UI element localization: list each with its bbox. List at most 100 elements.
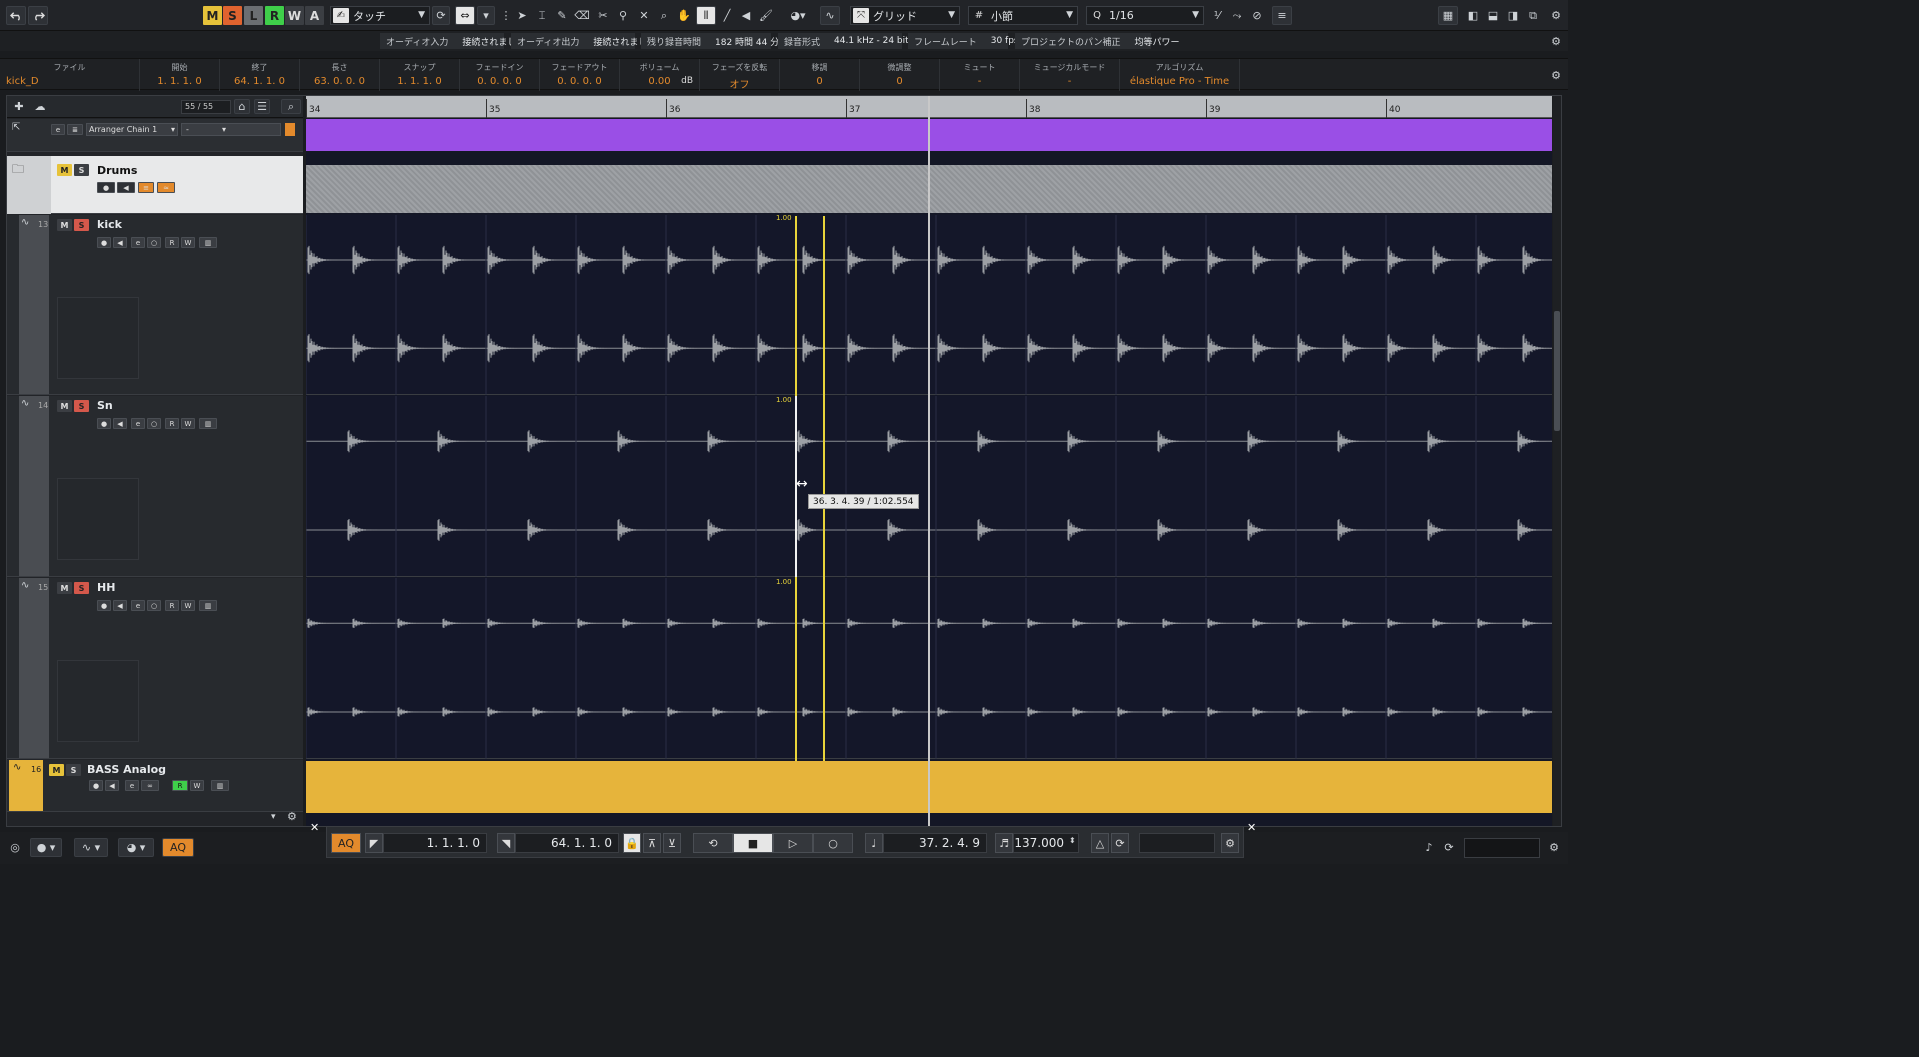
cycle-record-button[interactable]: ◕ ▾	[118, 838, 154, 857]
mute-button[interactable]: M	[49, 764, 64, 776]
time-format-button[interactable]: ♩	[865, 833, 883, 853]
lower-zone-toggle[interactable]: ⬓	[1484, 6, 1502, 25]
window-layout-button[interactable]: ▦	[1438, 6, 1458, 25]
rack-toggle[interactable]: ⧉	[1524, 6, 1542, 25]
left-locator-button[interactable]: ◤	[365, 833, 383, 853]
autoscroll-button[interactable]: ⇔	[455, 6, 475, 25]
bottom-settings-button[interactable]: ⚙	[1546, 838, 1562, 857]
folder-record-button[interactable]: ●	[97, 182, 115, 193]
info-field[interactable]: 長さ 63. 0. 0. 0	[300, 59, 380, 91]
right-zone-toggle[interactable]: ◨	[1504, 6, 1522, 25]
toolbar-settings-button[interactable]: ⚙	[1548, 6, 1564, 25]
snap-type-dropdown[interactable]: ⤧ グリッド ▼	[850, 6, 960, 25]
arranger-list-button[interactable]: ≣	[67, 124, 83, 135]
track-visibility-button[interactable]: ⌂	[234, 99, 250, 114]
arranger-section-select[interactable]: - ▾	[181, 123, 281, 136]
timebase-button[interactable]: e	[131, 600, 145, 611]
info-field[interactable]: フェードイン 0. 0. 0. 0	[460, 59, 540, 91]
write-button[interactable]: W	[181, 237, 195, 248]
info-field[interactable]: ミュート -	[940, 59, 1020, 91]
read-automation-button[interactable]: R	[265, 6, 284, 25]
tool-range-select[interactable]: ⌶	[533, 6, 551, 25]
monitor-button[interactable]: ◀	[113, 237, 127, 248]
track-list-menu-button[interactable]: ☰	[254, 99, 270, 114]
constrain-delay-button[interactable]: ⟳	[432, 6, 450, 25]
tool-mute[interactable]: ✕	[635, 6, 653, 25]
tool-drag-handle[interactable]: ⋮	[501, 6, 512, 25]
left-locator-field[interactable]: 1. 1. 1. 0	[383, 833, 487, 853]
record-enable-button[interactable]: ●	[97, 600, 111, 611]
lock-button[interactable]: ○	[147, 237, 161, 248]
read-button[interactable]: R	[165, 600, 179, 611]
link-button[interactable]: ∞	[141, 780, 159, 791]
info-field-value[interactable]: 0	[860, 76, 939, 87]
lock-locators-button[interactable]: 🔒	[623, 833, 641, 853]
add-track-button[interactable]: ✚	[11, 99, 27, 114]
solo-button[interactable]: S	[74, 582, 89, 594]
click-settings-button[interactable]: ⟳	[1111, 833, 1129, 853]
quantize-dropdown[interactable]: Q 1/16 ▼	[1086, 6, 1204, 25]
right-locator-field[interactable]: 64. 1. 1. 0	[515, 833, 619, 853]
info-field[interactable]: 開始 1. 1. 1. 0	[140, 59, 220, 91]
lanes-button[interactable]: ▥	[211, 780, 229, 791]
monitor-button[interactable]: ◀	[105, 780, 119, 791]
lock-button[interactable]: ○	[147, 600, 161, 611]
monitor-button[interactable]: ◀	[113, 600, 127, 611]
quantize-apply-button[interactable]: ⤳	[1228, 6, 1246, 25]
tool-object-select[interactable]: ➤	[513, 6, 531, 25]
arranger-mode-indicator[interactable]	[285, 123, 295, 136]
folder-edit-button[interactable]: ≈	[157, 182, 175, 193]
info-field-value[interactable]: 0	[780, 76, 859, 87]
track-name[interactable]: Sn	[97, 399, 113, 412]
listen-mode-button[interactable]: L	[244, 6, 263, 25]
monitor-button[interactable]: ◀	[113, 418, 127, 429]
snap-button[interactable]: ∿	[820, 6, 840, 25]
read-button[interactable]: R	[172, 780, 188, 791]
close-icon[interactable]: ✕	[1247, 821, 1256, 834]
mute-mode-button[interactable]: M	[203, 6, 222, 25]
tool-line[interactable]: ╱	[718, 6, 736, 25]
solo-mode-button[interactable]: S	[223, 6, 242, 25]
tempo-sync-button[interactable]: ⟳	[1440, 838, 1458, 857]
audio-mode-button[interactable]: ∿ ▾	[74, 838, 108, 857]
right-locator-button[interactable]: ◥	[497, 833, 515, 853]
info-field-value[interactable]: -	[940, 76, 1019, 87]
tool-erase[interactable]: ⌫	[573, 6, 591, 25]
lock-button[interactable]: ○	[147, 418, 161, 429]
info-field[interactable]: スナップ 1. 1. 1. 0	[380, 59, 460, 91]
close-icon[interactable]: ✕	[310, 821, 319, 834]
gear-icon[interactable]: ⚙	[287, 810, 297, 823]
left-zone-toggle[interactable]: ◧	[1464, 6, 1482, 25]
info-field-value[interactable]: élastique Pro - Time	[1120, 76, 1239, 87]
lanes-button[interactable]: ▥	[199, 237, 217, 248]
arranger-edit-button[interactable]: e	[51, 124, 65, 135]
quantize-reset-button[interactable]: ⊘	[1248, 6, 1266, 25]
tempo-track-button[interactable]: ♬	[995, 833, 1013, 853]
grid-type-dropdown[interactable]: # 小節 ▼	[968, 6, 1078, 25]
write-automation-button[interactable]: W	[285, 6, 304, 25]
arranger-track[interactable]: ⇱ e ≣ Arranger Chain 1 ▾ - ▾	[7, 119, 303, 152]
stop-button[interactable]: ■	[733, 833, 773, 853]
automation-mode-dropdown[interactable]: ✍ タッチ ▼	[330, 6, 430, 25]
arranger-chain-select[interactable]: Arranger Chain 1 ▾	[86, 123, 178, 136]
tempo-stepper-icon[interactable]: ⬍	[1069, 836, 1076, 845]
lanes-button[interactable]: ▥	[199, 600, 217, 611]
tool-split[interactable]: ✂	[594, 6, 612, 25]
read-button[interactable]: R	[165, 237, 179, 248]
info-field[interactable]: フェーズを反転 オフ	[700, 59, 780, 91]
fade-marker-end[interactable]	[823, 216, 825, 761]
vertical-scrollbar[interactable]	[1553, 96, 1561, 826]
frame-rate-status[interactable]: フレームレート 30 fps	[908, 33, 1019, 49]
info-field[interactable]: 終了 64. 1. 1. 0	[220, 59, 300, 91]
folder-track-name[interactable]: Drums	[97, 164, 137, 177]
info-field-value[interactable]: 63. 0. 0. 0	[300, 76, 379, 87]
search-tracks-button[interactable]: ⌕	[281, 99, 301, 114]
audio-track-hh[interactable]: ∿ 15 M S HH ● ◀ e ○ R W ▥	[7, 578, 303, 759]
folder-monitor-button[interactable]: ◀	[117, 182, 135, 193]
write-button[interactable]: W	[190, 780, 204, 791]
tool-play[interactable]: ◀	[737, 6, 755, 25]
punch-out-button[interactable]: ⊻	[663, 833, 681, 853]
record-format-status[interactable]: 録音形式 44.1 kHz - 24 bit	[778, 33, 909, 49]
redo-button[interactable]	[28, 6, 48, 25]
info-field[interactable]: アルゴリズム élastique Pro - Time	[1120, 59, 1240, 91]
